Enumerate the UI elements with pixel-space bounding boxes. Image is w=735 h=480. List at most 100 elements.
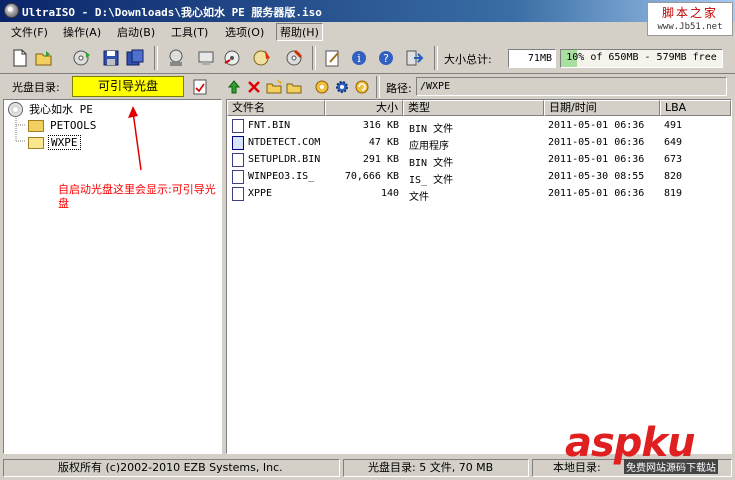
file-row[interactable]: NTDETECT.COM 47 KB 应用程序 2011-05-01 06:36… bbox=[227, 135, 731, 152]
capacity-bar: 10% of 650MB - 579MB free bbox=[560, 49, 723, 68]
toolbar-separator bbox=[312, 46, 316, 70]
title-bar: UltraISO - D:\Downloads\我心如水 PE 服务器版.iso bbox=[0, 0, 735, 22]
file-list-header: 文件名 大小 类型 日期/时间 LBA bbox=[227, 100, 731, 116]
toolbar-separator bbox=[434, 46, 438, 70]
up-folder-icon[interactable] bbox=[226, 79, 242, 95]
folder-icon bbox=[28, 119, 44, 132]
file-size: 70,666 KB bbox=[344, 171, 399, 182]
file-name: NTDETECT.COM bbox=[248, 137, 321, 148]
toolbar-separator bbox=[376, 76, 380, 98]
file-icon bbox=[232, 170, 244, 184]
info-icon[interactable]: i bbox=[349, 48, 369, 68]
menu-help[interactable]: 帮助(H) bbox=[276, 23, 323, 41]
menu-actions[interactable]: 操作(A) bbox=[60, 24, 104, 40]
file-icon bbox=[232, 119, 244, 133]
tree-root-label: 我心如水 PE bbox=[29, 103, 93, 116]
file-type: 应用程序 bbox=[409, 141, 449, 152]
delete-icon[interactable] bbox=[246, 79, 262, 95]
path-field[interactable]: /WXPE bbox=[416, 77, 727, 96]
open-cd-icon[interactable] bbox=[72, 48, 92, 68]
cd-tree-pane[interactable]: 我心如水 PE PETOOLS WXPE 自启动光盘这里会显示:可引导光盘 bbox=[3, 99, 222, 454]
save-icon[interactable] bbox=[101, 48, 121, 68]
file-type: 文件 bbox=[409, 192, 429, 203]
file-name: XPPE bbox=[248, 188, 273, 199]
tree-root[interactable]: 我心如水 PE bbox=[8, 101, 95, 117]
settings-gear-icon[interactable] bbox=[334, 79, 350, 95]
file-name: WINPEO3.IS_ bbox=[248, 171, 315, 182]
capacity-text: 10% of 650MB - 579MB free bbox=[566, 52, 717, 63]
file-size: 291 KB bbox=[362, 154, 399, 165]
file-type: BIN 文件 bbox=[409, 158, 454, 169]
file-date: 2011-05-01 06:36 bbox=[548, 137, 645, 148]
file-row[interactable]: WINPEO3.IS_ 70,666 KB IS_ 文件 2011-05-30 … bbox=[227, 169, 731, 186]
path-label: 路径: bbox=[386, 82, 412, 95]
tree-item-label: PETOOLS bbox=[50, 119, 97, 132]
column-header-type[interactable]: 类型 bbox=[403, 100, 544, 116]
properties-icon[interactable] bbox=[322, 48, 342, 68]
watermark-box: 脚本之家 www.Jb51.net bbox=[647, 2, 733, 36]
column-header-date[interactable]: 日期/时间 bbox=[544, 100, 660, 116]
file-lba: 491 bbox=[664, 120, 683, 131]
column-header-size[interactable]: 大小 bbox=[325, 100, 403, 116]
file-lba: 649 bbox=[664, 137, 683, 148]
file-lba: 820 bbox=[664, 171, 683, 182]
file-name: SETUPLDR.BIN bbox=[248, 154, 321, 165]
cd-directory-value[interactable]: 可引导光盘 bbox=[72, 76, 184, 97]
size-total-label: 大小总计: bbox=[444, 53, 492, 66]
rename-icon[interactable] bbox=[286, 79, 302, 95]
refresh-icon[interactable] bbox=[354, 79, 370, 95]
file-row[interactable]: SETUPLDR.BIN 291 KB BIN 文件 2011-05-01 06… bbox=[227, 152, 731, 169]
file-list-pane[interactable]: 文件名 大小 类型 日期/时间 LBA FNT.BIN 316 KB BIN 文… bbox=[226, 99, 732, 454]
column-header-name[interactable]: 文件名 bbox=[227, 100, 325, 116]
tree-item-petools[interactable]: PETOOLS bbox=[28, 119, 98, 132]
add-files-icon[interactable] bbox=[314, 79, 330, 95]
menu-options[interactable]: 选项(O) bbox=[222, 24, 267, 40]
make-cd-image-icon[interactable] bbox=[284, 48, 304, 68]
file-size: 316 KB bbox=[362, 120, 399, 131]
toolbar-separator bbox=[154, 46, 158, 70]
annotation-arrow bbox=[128, 106, 142, 171]
tree-lines bbox=[15, 116, 26, 142]
cd-directory-label: 光盘目录: bbox=[12, 81, 60, 94]
burn-cd-icon[interactable] bbox=[196, 48, 216, 68]
svg-text:i: i bbox=[357, 52, 361, 65]
file-date: 2011-05-30 08:55 bbox=[548, 171, 645, 182]
file-row[interactable]: FNT.BIN 316 KB BIN 文件 2011-05-01 06:36 4… bbox=[227, 118, 731, 135]
help-icon[interactable]: ? bbox=[376, 48, 396, 68]
aspku-watermark-subtitle: 免费网站源码下载站 bbox=[624, 459, 718, 474]
open-icon[interactable] bbox=[34, 48, 54, 68]
extract-icon[interactable] bbox=[166, 48, 186, 68]
compress-icon[interactable] bbox=[252, 48, 272, 68]
tree-item-wxpe[interactable]: WXPE bbox=[28, 135, 81, 150]
menu-tools[interactable]: 工具(T) bbox=[168, 24, 211, 40]
file-size: 140 bbox=[380, 188, 399, 199]
file-date: 2011-05-01 06:36 bbox=[548, 188, 645, 199]
status-cd-info: 光盘目录: 5 文件, 70 MB bbox=[343, 459, 529, 477]
file-name: FNT.BIN bbox=[248, 120, 291, 131]
watermark-title: 脚本之家 bbox=[661, 6, 718, 20]
file-icon bbox=[232, 153, 244, 167]
annotation-text: 自启动光盘这里会显示:可引导光盘 bbox=[58, 183, 216, 210]
new-file-icon[interactable] bbox=[10, 48, 30, 68]
exit-icon[interactable] bbox=[404, 48, 424, 68]
file-lba: 819 bbox=[664, 188, 683, 199]
watermark-url: www.Jb51.net bbox=[657, 22, 723, 32]
toolbar: i ? 大小总计: 71MB 10% of 650MB - 579MB free bbox=[0, 42, 735, 74]
file-date: 2011-05-01 06:36 bbox=[548, 154, 645, 165]
ultraiso-app-icon[interactable] bbox=[4, 3, 19, 18]
menu-boot[interactable]: 启动(B) bbox=[114, 24, 158, 40]
file-date: 2011-05-01 06:36 bbox=[548, 120, 645, 131]
file-type: BIN 文件 bbox=[409, 124, 454, 135]
file-lba: 673 bbox=[664, 154, 683, 165]
file-icon bbox=[232, 187, 244, 201]
directory-row: 光盘目录: 可引导光盘 路径: /WXPE bbox=[0, 75, 735, 99]
column-header-lba[interactable]: LBA bbox=[660, 100, 731, 116]
application-icon bbox=[232, 136, 244, 150]
save-as-icon[interactable] bbox=[125, 48, 145, 68]
window-title: UltraISO - D:\Downloads\我心如水 PE 服务器版.iso bbox=[22, 6, 322, 19]
new-folder-icon[interactable] bbox=[266, 79, 282, 95]
file-row[interactable]: XPPE 140 文件 2011-05-01 06:36 819 bbox=[227, 186, 731, 203]
menu-file[interactable]: 文件(F) bbox=[8, 24, 51, 40]
checklist-icon[interactable] bbox=[192, 79, 208, 95]
mount-virtual-drive-icon[interactable] bbox=[222, 48, 242, 68]
